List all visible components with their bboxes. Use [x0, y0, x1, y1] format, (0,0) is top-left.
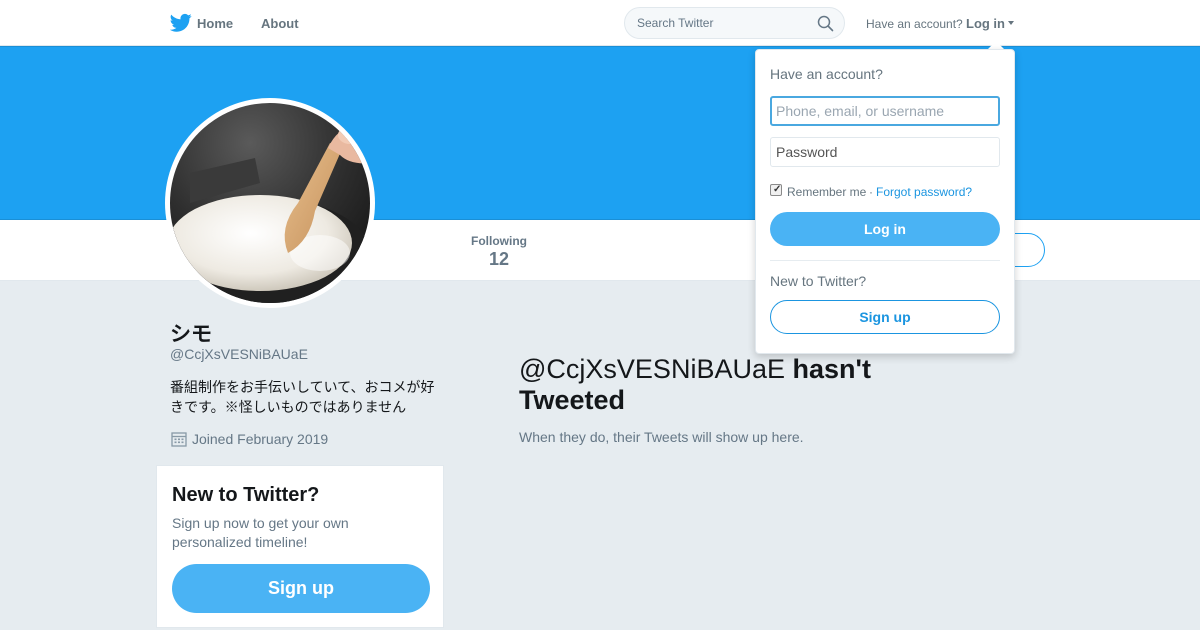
search-input[interactable]	[637, 16, 807, 30]
signup-card-button[interactable]: Sign up	[172, 564, 430, 613]
nav-about-link[interactable]: About	[261, 16, 299, 31]
have-account-text: Have an account?	[866, 17, 963, 31]
login-button[interactable]: Log in	[770, 212, 1000, 246]
signup-card-title: New to Twitter?	[172, 484, 320, 506]
chevron-down-icon[interactable]	[1008, 21, 1014, 25]
empty-timeline-subtitle: When they do, their Tweets will show up …	[519, 429, 804, 445]
empty-timeline-title: @CcjXsVESNiBAUaE hasn't Tweeted	[519, 354, 919, 416]
rice-avatar	[170, 103, 370, 303]
following-label: Following	[471, 234, 527, 248]
login-dropdown-toggle[interactable]: Log in	[966, 16, 1005, 31]
avatar[interactable]	[165, 98, 375, 308]
search-icon[interactable]	[817, 15, 834, 32]
username-field[interactable]	[770, 96, 1000, 126]
profile-handle[interactable]: @CcjXsVESNiBAUaE	[170, 346, 308, 362]
dropdown-signup-button[interactable]: Sign up	[770, 300, 1000, 334]
empty-timeline-handle: @CcjXsVESNiBAUaE	[519, 354, 785, 384]
dropdown-divider	[770, 260, 1000, 261]
remember-me-checkbox[interactable]: ✓	[770, 184, 782, 196]
separator-dot: ·	[869, 185, 873, 199]
signup-card: New to Twitter? Sign up now to get your …	[156, 465, 444, 628]
search-box[interactable]	[624, 7, 845, 39]
signup-card-text: Sign up now to get your own personalized…	[172, 515, 349, 550]
profile-bio: 番組制作をお手伝いしていて、おコメが好きです。※怪しいものではありません	[170, 379, 435, 415]
checkmark-icon: ✓	[773, 184, 782, 195]
joined-date: Joined February 2019	[192, 431, 329, 447]
forgot-password-link[interactable]: Forgot password?	[876, 185, 972, 199]
following-stat[interactable]: Following 12	[470, 234, 528, 270]
login-dropdown: Have an account? ✓ Remember me · Forgot …	[755, 49, 1015, 354]
password-field[interactable]	[770, 137, 1000, 167]
remember-me-label[interactable]: Remember me	[787, 185, 866, 199]
new-to-twitter-text: New to Twitter?	[770, 273, 867, 289]
top-navigation: Home About Have an account? Log in	[0, 0, 1200, 46]
calendar-icon	[171, 432, 187, 447]
following-count: 12	[488, 249, 510, 269]
twitter-bird-icon[interactable]	[170, 13, 192, 33]
login-dropdown-title: Have an account?	[770, 66, 883, 82]
profile-name[interactable]: シモ	[170, 318, 212, 348]
nav-home-link[interactable]: Home	[197, 16, 233, 31]
